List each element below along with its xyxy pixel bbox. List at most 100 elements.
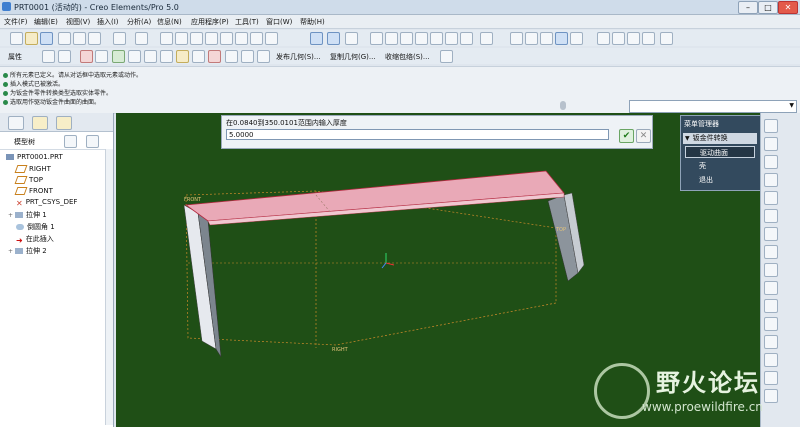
tree-item[interactable]: + 拉伸 2 — [8, 246, 47, 256]
menu-help[interactable]: 帮助(H) — [300, 17, 325, 27]
paste-special-icon[interactable] — [205, 32, 218, 45]
reorient-icon[interactable] — [415, 32, 428, 45]
menu-analysis[interactable]: 分析(A) — [127, 17, 151, 27]
email-icon[interactable] — [73, 32, 86, 45]
sketch-tool-icon[interactable] — [764, 209, 778, 223]
menu-window[interactable]: 窗口(W) — [266, 17, 292, 27]
analysis-icon[interactable] — [128, 50, 141, 63]
hole-tool-icon[interactable] — [764, 317, 778, 331]
menu-item-driving-surface[interactable]: 驱动曲面 — [685, 146, 755, 158]
curvature-icon[interactable] — [176, 50, 189, 63]
menu-file[interactable]: 文件(F) — [4, 17, 28, 27]
extrude-tool-icon[interactable] — [764, 245, 778, 259]
datum-point-tool-icon[interactable] — [764, 173, 778, 187]
shading-icon[interactable] — [555, 32, 568, 45]
rib-tool-icon[interactable] — [764, 353, 778, 367]
save-icon[interactable] — [40, 32, 53, 45]
cut-icon[interactable] — [160, 32, 173, 45]
menu-item-shell[interactable]: 壳 — [685, 160, 755, 172]
tree-root[interactable]: PRT0001.PRT — [6, 153, 63, 161]
accept-button[interactable]: ✔ — [619, 129, 634, 143]
tree-item[interactable]: ✕ PRT_CSYS_DEF — [16, 198, 77, 208]
annotation-display-icon[interactable] — [660, 32, 673, 45]
menu-section-header[interactable]: ▼ 钣金件转换 — [683, 133, 757, 144]
tree-item[interactable]: RIGHT — [14, 165, 51, 173]
shrinkwrap-button[interactable]: 收缩包络(S)... — [385, 52, 430, 62]
spin-center-icon[interactable] — [327, 32, 340, 45]
datum-points-display-icon[interactable] — [627, 32, 640, 45]
find-icon[interactable] — [250, 32, 263, 45]
appearance-icon[interactable] — [480, 32, 493, 45]
tree-item[interactable]: FRONT — [14, 187, 53, 195]
datum-plane-tool-icon[interactable] — [764, 119, 778, 133]
expand-icon[interactable]: + — [8, 248, 13, 255]
sketch-plane-icon[interactable] — [310, 32, 323, 45]
menu-applications[interactable]: 应用程序(P) — [191, 17, 229, 27]
edit-icon[interactable] — [42, 50, 55, 63]
folder-browser-tab[interactable] — [32, 116, 48, 130]
datum-planes-display-icon[interactable] — [597, 32, 610, 45]
tree-scrollbar[interactable] — [105, 149, 113, 425]
datum-axis-tool-icon[interactable] — [764, 137, 778, 151]
view-manager-icon[interactable] — [460, 32, 473, 45]
publish-geometry-button[interactable]: 发布几何(S)... — [276, 52, 321, 62]
measure-icon[interactable] — [241, 50, 254, 63]
display-style-icon[interactable] — [345, 32, 358, 45]
shell-tool-icon[interactable] — [764, 335, 778, 349]
relations-icon[interactable] — [257, 50, 270, 63]
maximize-button[interactable]: □ — [758, 1, 778, 14]
tree-item[interactable]: 倒圆角 1 — [16, 222, 55, 232]
menu-info[interactable]: 信息(N) — [157, 17, 182, 27]
regen-manager-icon[interactable] — [235, 32, 248, 45]
offset-icon[interactable] — [144, 50, 157, 63]
zoom-in-icon[interactable] — [370, 32, 383, 45]
properties-button[interactable]: 属性 — [8, 52, 22, 62]
zoom-out-icon[interactable] — [385, 32, 398, 45]
revolve-tool-icon[interactable] — [764, 263, 778, 277]
mirror-icon[interactable] — [95, 50, 108, 63]
graph-icon[interactable] — [160, 50, 173, 63]
tree-item[interactable]: TOP — [14, 176, 43, 184]
enhanced-realism-icon[interactable] — [570, 32, 583, 45]
saved-views-icon[interactable] — [430, 32, 443, 45]
datum-axes-display-icon[interactable] — [612, 32, 625, 45]
round-tool-icon[interactable] — [764, 389, 778, 403]
no-hidden-icon[interactable] — [540, 32, 553, 45]
undo-icon[interactable] — [113, 32, 126, 45]
regenerate-icon[interactable] — [220, 32, 233, 45]
tree-item[interactable]: + 拉伸 1 — [8, 210, 47, 220]
print-icon[interactable] — [58, 32, 71, 45]
model-display-icon[interactable] — [112, 50, 125, 63]
reflection-icon[interactable] — [208, 50, 221, 63]
draft-analysis-icon[interactable] — [192, 50, 205, 63]
cancel-button[interactable]: ✕ — [636, 129, 651, 143]
shadow-icon[interactable] — [225, 50, 238, 63]
model-tree-tab[interactable] — [8, 116, 24, 130]
csys-tool-icon[interactable] — [764, 191, 778, 205]
minimize-button[interactable]: – — [738, 1, 758, 14]
menu-tools[interactable]: 工具(T) — [235, 17, 259, 27]
draft-tool-icon[interactable] — [764, 371, 778, 385]
whats-this-icon[interactable] — [440, 50, 453, 63]
new-file-icon[interactable] — [10, 32, 23, 45]
sketch-icon[interactable] — [80, 50, 93, 63]
layers-icon[interactable] — [445, 32, 458, 45]
show-icon[interactable] — [86, 135, 99, 148]
copy-icon[interactable] — [175, 32, 188, 45]
blend-tool-icon[interactable] — [764, 299, 778, 313]
paste-icon[interactable] — [190, 32, 203, 45]
analysis-tool-icon[interactable] — [764, 227, 778, 241]
thickness-input[interactable]: 5.0000 — [226, 129, 609, 140]
menu-item-exit[interactable]: 退出 — [685, 174, 755, 186]
tree-item[interactable]: ➜ 在此插入 — [16, 234, 54, 245]
filter-dropdown[interactable]: ▼ — [629, 100, 797, 113]
tree-settings-icon[interactable] — [64, 135, 77, 148]
hidden-line-icon[interactable] — [525, 32, 538, 45]
select-box-icon[interactable] — [265, 32, 278, 45]
menu-view[interactable]: 视图(V) — [66, 17, 90, 27]
csys-display-icon[interactable] — [642, 32, 655, 45]
datum-curve-tool-icon[interactable] — [764, 155, 778, 169]
edit-definition-icon[interactable] — [58, 50, 71, 63]
wireframe-icon[interactable] — [510, 32, 523, 45]
favorites-tab[interactable] — [56, 116, 72, 130]
